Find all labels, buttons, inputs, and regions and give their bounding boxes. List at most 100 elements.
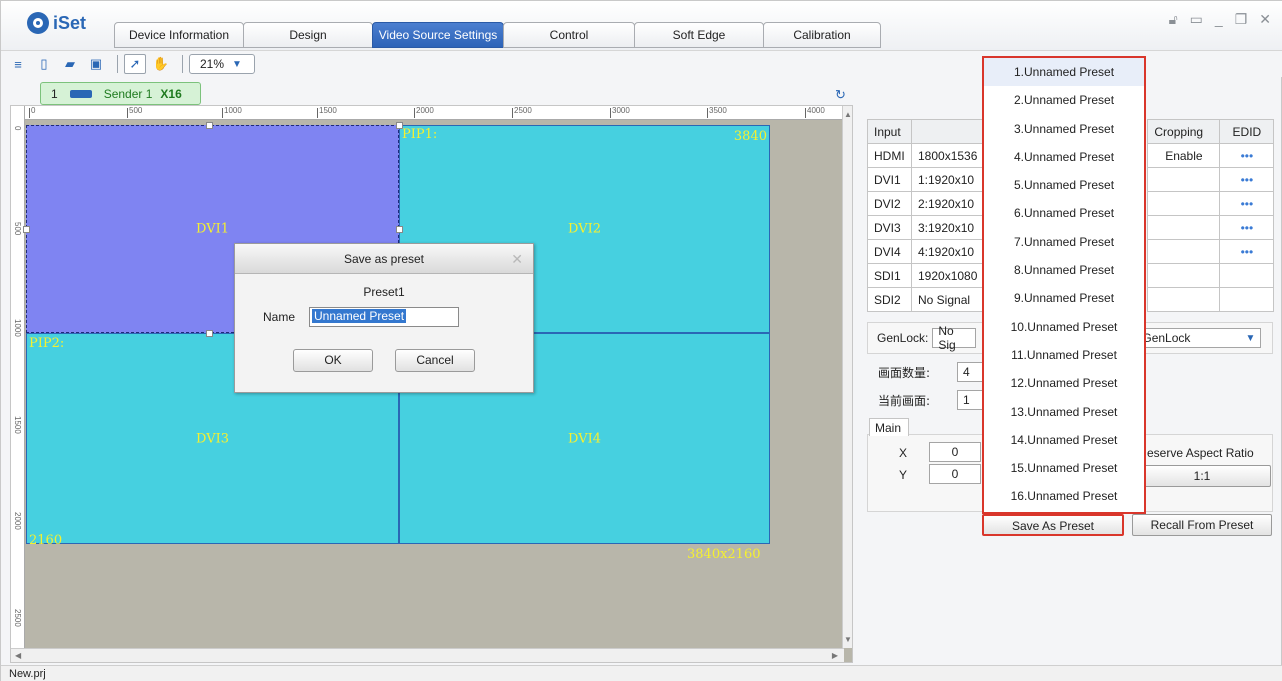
input-name: DVI2 xyxy=(867,191,912,216)
window-controls: 🔓︎ ▭ _ ❐ ✕ xyxy=(1169,11,1271,28)
header-cropping: Cropping xyxy=(1147,119,1221,144)
lock-icon[interactable]: 🔓︎ xyxy=(1169,11,1178,28)
resize-handle[interactable] xyxy=(206,330,213,337)
resize-handle[interactable] xyxy=(23,226,30,233)
preset-item[interactable]: 1.Unnamed Preset xyxy=(984,58,1144,87)
header-resolution xyxy=(910,119,985,144)
dialog-title: Save as preset xyxy=(343,252,425,266)
pan-hand-icon[interactable]: ✋ xyxy=(150,54,172,74)
input-cropping[interactable] xyxy=(1147,263,1221,288)
save-icon[interactable]: ▣ xyxy=(85,54,107,74)
edid-more-button[interactable]: ••• xyxy=(1219,215,1275,240)
resize-handle[interactable] xyxy=(396,226,403,233)
genlock-select[interactable]: GenLock ▼ xyxy=(1136,328,1262,348)
tab-calibration[interactable]: Calibration xyxy=(763,22,881,48)
menu-icon[interactable]: ≡ xyxy=(7,54,29,74)
preset-item[interactable]: 16.Unnamed Preset xyxy=(984,482,1144,510)
refresh-icon[interactable]: ↻ xyxy=(835,87,846,103)
genlock-status: No Sig xyxy=(932,324,977,352)
name-label: Name xyxy=(263,310,296,324)
sender-index: 1 xyxy=(51,86,58,101)
zoom-select[interactable]: 21% ▼ xyxy=(189,54,255,74)
tab-control[interactable]: Control xyxy=(503,22,635,48)
screen-height-label: 2160 xyxy=(29,533,63,548)
edid-more-button[interactable]: ••• xyxy=(1219,239,1275,264)
preset-item[interactable]: 15.Unnamed Preset xyxy=(984,454,1144,482)
preset-item[interactable]: 3.Unnamed Preset xyxy=(984,115,1144,143)
status-bar: New.prj xyxy=(1,665,1282,681)
input-cropping[interactable] xyxy=(1147,287,1221,312)
genlock-select-value: GenLock xyxy=(1142,331,1191,345)
preset-item[interactable]: 8.Unnamed Preset xyxy=(984,256,1144,284)
preset-item[interactable]: 7.Unnamed Preset xyxy=(984,228,1144,256)
tab-video-source-settings[interactable]: Video Source Settings xyxy=(372,22,504,48)
input-cropping[interactable] xyxy=(1147,239,1221,264)
input-resolution: 1920x1080 xyxy=(910,263,985,288)
scroll-right-icon[interactable]: ▶ xyxy=(832,651,838,660)
restore-icon[interactable]: ▭ xyxy=(1190,11,1203,28)
recall-from-preset-button[interactable]: Recall From Preset xyxy=(1132,514,1272,536)
ruler-tick: 1500 xyxy=(13,416,22,434)
ruler-tick: 2500 xyxy=(13,609,22,627)
scroll-up-icon[interactable]: ▲ xyxy=(844,110,852,119)
tab-soft-edge[interactable]: Soft Edge xyxy=(634,22,764,48)
pip-source-label: DVI3 xyxy=(196,431,229,446)
edid-more-button[interactable]: ••• xyxy=(1219,167,1275,192)
header-edid: EDID xyxy=(1219,119,1275,144)
preset-item[interactable]: 2.Unnamed Preset xyxy=(984,86,1144,114)
close-icon[interactable]: ✕ xyxy=(511,244,523,274)
pip-source-label: DVI1 xyxy=(196,221,229,237)
open-folder-icon[interactable]: ▰ xyxy=(59,54,81,74)
cancel-button[interactable]: Cancel xyxy=(395,349,475,372)
current-screen-input[interactable]: 1 xyxy=(957,390,983,410)
name-row: Name Unnamed Preset xyxy=(263,307,460,327)
input-resolution: 1:1920x10 xyxy=(910,167,985,192)
genlock-label: GenLock: xyxy=(877,331,929,345)
sender-tab[interactable]: 1 Sender 1 X16 xyxy=(40,82,201,105)
scroll-left-icon[interactable]: ◀ xyxy=(15,651,21,660)
sender-name: Sender 1 xyxy=(103,86,153,101)
ruler-tick: 3000 xyxy=(610,106,630,118)
canvas-horizontal-scrollbar[interactable]: ◀ ▶ xyxy=(11,648,844,662)
new-file-icon[interactable]: ▯ xyxy=(33,54,55,74)
aspect-ratio-button[interactable]: 1:1 xyxy=(1133,465,1271,487)
input-resolution: 3:1920x10 xyxy=(910,215,985,240)
edid-more-button[interactable]: ••• xyxy=(1219,143,1275,168)
input-cropping[interactable] xyxy=(1147,215,1221,240)
canvas-vertical-scrollbar[interactable]: ▲ ▼ xyxy=(842,106,852,648)
preset-item[interactable]: 5.Unnamed Preset xyxy=(984,171,1144,199)
preset-item[interactable]: 14.Unnamed Preset xyxy=(984,426,1144,454)
preset-item[interactable]: 9.Unnamed Preset xyxy=(984,284,1144,312)
minimize-icon[interactable]: _ xyxy=(1215,11,1223,28)
save-as-preset-button[interactable]: Save As Preset xyxy=(982,514,1124,536)
preset-item[interactable]: 11.Unnamed Preset xyxy=(984,341,1144,369)
maximize-icon[interactable]: ❐ xyxy=(1235,11,1248,28)
resize-handle[interactable] xyxy=(206,122,213,129)
x-input[interactable]: 0 xyxy=(929,442,981,462)
preset-item[interactable]: 6.Unnamed Preset xyxy=(984,199,1144,227)
y-input[interactable]: 0 xyxy=(929,464,981,484)
edid-more-button[interactable]: ••• xyxy=(1219,191,1275,216)
input-name: DVI3 xyxy=(867,215,912,240)
ruler-tick: 1000 xyxy=(222,106,242,118)
zoom-value: 21% xyxy=(200,57,225,71)
ok-button[interactable]: OK xyxy=(293,349,373,372)
preset-item[interactable]: 10.Unnamed Preset xyxy=(984,313,1144,341)
tab-design[interactable]: Design xyxy=(243,22,373,48)
left-ruler: 0 500 1000 1500 2000 2500 xyxy=(11,106,25,648)
tab-main[interactable]: Main xyxy=(869,418,909,436)
scroll-down-icon[interactable]: ▼ xyxy=(844,635,852,644)
tab-device-information[interactable]: Device Information xyxy=(114,22,244,48)
close-icon[interactable]: ✕ xyxy=(1259,11,1271,28)
preset-name-input[interactable]: Unnamed Preset xyxy=(309,307,460,327)
input-cropping[interactable] xyxy=(1147,167,1221,192)
preset-item[interactable]: 4.Unnamed Preset xyxy=(984,143,1144,171)
input-cropping[interactable]: Enable xyxy=(1147,143,1221,168)
iset-window: iSet Device Information Design Video Sou… xyxy=(0,0,1282,681)
preset-item[interactable]: 13.Unnamed Preset xyxy=(984,398,1144,426)
preset-item[interactable]: 12.Unnamed Preset xyxy=(984,369,1144,397)
select-pointer-icon[interactable]: ➚ xyxy=(124,54,146,74)
input-cropping[interactable] xyxy=(1147,191,1221,216)
screen-count-input[interactable]: 4 xyxy=(957,362,983,382)
input-name: SDI1 xyxy=(867,263,912,288)
